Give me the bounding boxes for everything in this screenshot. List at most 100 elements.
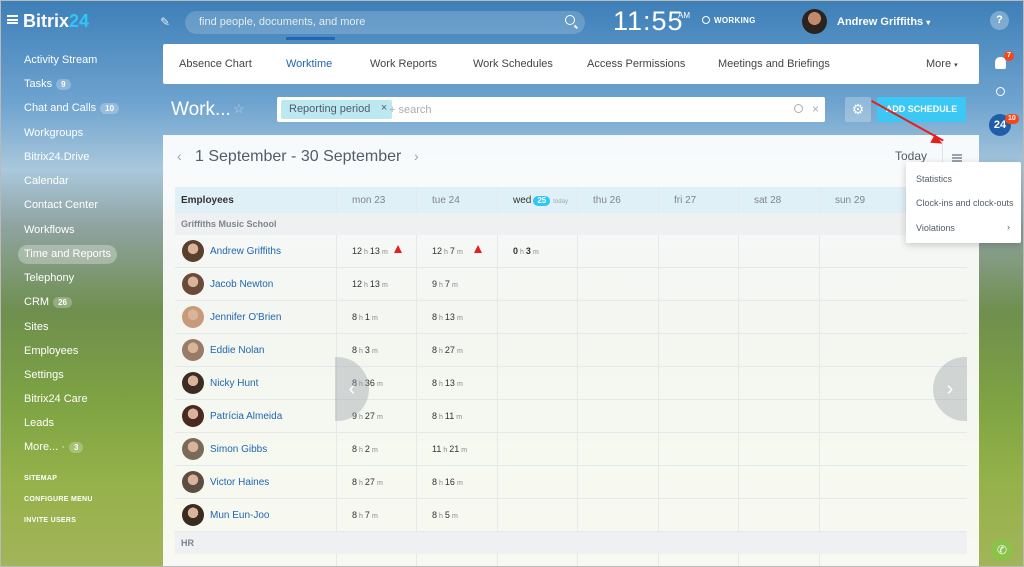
sidebar-item[interactable]: Bitrix24 Care: [18, 390, 94, 409]
time-cell[interactable]: 8h2m: [352, 444, 380, 454]
time-cell[interactable]: 8 h 27 m: [352, 477, 385, 487]
employee-name[interactable]: Andrew Griffiths: [210, 246, 281, 257]
tab-absence-chart[interactable]: Absence Chart: [179, 58, 252, 70]
time-cell[interactable]: 11 h 21 m: [432, 444, 469, 454]
employee-name[interactable]: Nicky Hunt: [210, 378, 258, 389]
employee-name[interactable]: Jacob Newton: [210, 279, 273, 290]
sitemap-link[interactable]: SITEMAP: [24, 475, 57, 482]
global-search[interactable]: find people, documents, and more: [185, 11, 585, 34]
time-cell[interactable]: 8 h 27 m: [432, 345, 465, 355]
employee-name[interactable]: Eddie Nolan: [210, 345, 264, 356]
sidebar-item[interactable]: Calendar: [18, 172, 75, 191]
avatar[interactable]: [182, 438, 204, 460]
time-cell[interactable]: 12 h 13 m: [352, 279, 390, 289]
employee-name[interactable]: Mun Eun-Joo: [210, 510, 269, 521]
avatar[interactable]: [182, 339, 204, 361]
warning-icon[interactable]: [474, 245, 482, 253]
clock[interactable]: 11:55: [613, 6, 684, 37]
time-cell[interactable]: 8h3m: [352, 345, 380, 355]
minutes-unit: m: [451, 513, 458, 520]
menu-item-violations[interactable]: Violations: [916, 223, 955, 233]
warning-icon[interactable]: [394, 245, 402, 253]
sidebar-item[interactable]: Tasks 9: [18, 75, 77, 94]
sidebar-item[interactable]: Time and Reports: [18, 245, 118, 264]
gear-icon[interactable]: ⚙: [845, 97, 871, 122]
sidebar-item[interactable]: Bitrix24.Drive: [18, 148, 95, 167]
user-menu[interactable]: Andrew Griffiths ▾: [837, 16, 930, 28]
grid-header: Employees mon 23 tue 24 wed 25 today thu 26 fri…: [175, 187, 967, 213]
time-cell[interactable]: 8h7m: [352, 510, 380, 520]
period-label: 1 September - 30 September: [195, 148, 402, 165]
chevron-left-icon[interactable]: ‹: [177, 148, 182, 164]
table-row: Jacob Newton 12 h 13 m 9 h 7 m: [175, 268, 967, 301]
time-cell[interactable]: 0h3m: [513, 246, 541, 256]
chip-label: Reporting period: [289, 103, 371, 115]
sidebar-item[interactable]: Chat and Calls 10: [18, 99, 125, 118]
avatar[interactable]: [182, 504, 204, 526]
employee-name[interactable]: Patrícia Almeida: [210, 411, 282, 422]
menu-item-statistics[interactable]: Statistics: [916, 174, 952, 184]
sidebar-item[interactable]: Contact Center: [18, 196, 104, 215]
avatar[interactable]: [182, 372, 204, 394]
time-cell[interactable]: 8h1m: [352, 312, 380, 322]
today-button[interactable]: Today: [895, 149, 927, 163]
avatar[interactable]: [182, 273, 204, 295]
menu-icon[interactable]: [7, 15, 18, 24]
time-cell[interactable]: 9h7m: [432, 279, 460, 289]
pencil-icon[interactable]: ✎: [160, 15, 170, 29]
time-cell[interactable]: 8 h 11 m: [432, 411, 464, 421]
menu-item-clock-ins[interactable]: Clock-ins and clock-outs: [916, 198, 1014, 208]
time-cell[interactable]: 8 h 13 m: [432, 312, 465, 322]
configure-menu-link[interactable]: CONFIGURE MENU: [24, 496, 93, 503]
sidebar-item[interactable]: Employees: [18, 342, 84, 361]
sidebar-item[interactable]: Leads: [18, 414, 60, 433]
help-icon[interactable]: ?: [990, 11, 1009, 30]
invite-users-link[interactable]: INVITE USERS: [24, 517, 76, 524]
filter-search-input[interactable]: + search: [389, 104, 432, 116]
status-icon: [702, 16, 710, 24]
filter-bar[interactable]: Reporting period × + search ×: [277, 97, 825, 122]
star-icon[interactable]: ☆: [233, 101, 245, 117]
avatar[interactable]: [802, 9, 827, 34]
sidebar-item[interactable]: More... · 3: [18, 438, 89, 457]
tab-meetings-briefings[interactable]: Meetings and Briefings: [718, 58, 830, 70]
tab-work-schedules[interactable]: Work Schedules: [473, 58, 553, 70]
sidebar-item[interactable]: Telephony: [18, 269, 80, 288]
chevron-right-icon[interactable]: ›: [414, 148, 419, 164]
day-header: fri 27: [674, 195, 696, 206]
day-name: tue 24: [432, 195, 460, 206]
avatar[interactable]: [182, 405, 204, 427]
sidebar-item[interactable]: Activity Stream: [18, 51, 103, 70]
tab-more[interactable]: More ▾: [926, 58, 958, 70]
tab-access-permissions[interactable]: Access Permissions: [587, 58, 685, 70]
sidebar-item[interactable]: Settings: [18, 366, 70, 385]
phone-icon[interactable]: ✆: [991, 539, 1013, 561]
time-cell[interactable]: 12 h 13 m: [352, 246, 390, 256]
time-cell[interactable]: 8 h 16 m: [432, 477, 465, 487]
employee-name[interactable]: Jennifer O'Brien: [210, 312, 281, 323]
search-icon[interactable]: [565, 15, 575, 25]
search-icon[interactable]: [794, 104, 803, 113]
employee-name[interactable]: Victor Haines: [210, 477, 269, 488]
avatar[interactable]: [182, 471, 204, 493]
employee-name[interactable]: Simon Gibbs: [210, 444, 267, 455]
close-icon[interactable]: ×: [812, 102, 819, 116]
close-icon[interactable]: ×: [381, 102, 387, 114]
avatar[interactable]: [182, 306, 204, 328]
logo[interactable]: Bitrix24: [23, 11, 89, 32]
sidebar-item[interactable]: Workflows: [18, 221, 81, 240]
sidebar-item[interactable]: Workgroups: [18, 124, 89, 143]
sidebar-item[interactable]: CRM 26: [18, 293, 78, 312]
search-icon[interactable]: [996, 87, 1005, 96]
sidebar-item[interactable]: Sites: [18, 318, 54, 337]
avatar[interactable]: [182, 240, 204, 262]
filter-chip[interactable]: Reporting period ×: [281, 100, 393, 119]
tab-worktime[interactable]: Worktime: [286, 58, 332, 70]
tab-work-reports[interactable]: Work Reports: [370, 58, 437, 70]
time-cell[interactable]: 12 h 7 m: [432, 246, 465, 256]
group-name: HR: [181, 538, 194, 548]
time-cell[interactable]: 8 h 13 m: [432, 378, 465, 388]
sidebar-item-label: Workflows: [24, 224, 75, 236]
work-status[interactable]: WORKING: [702, 16, 756, 25]
time-cell[interactable]: 8h5m: [432, 510, 460, 520]
